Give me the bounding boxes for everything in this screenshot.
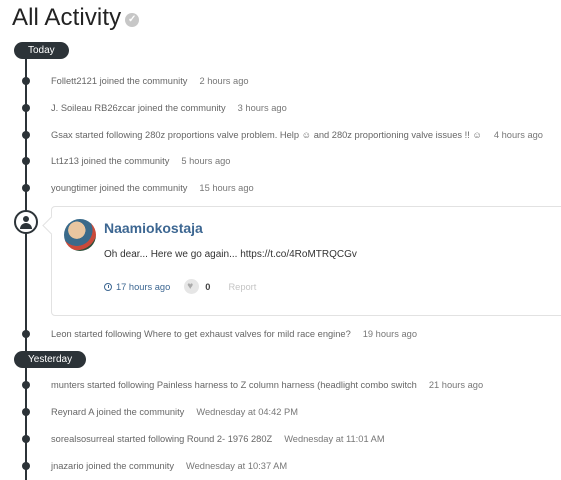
activity-item[interactable]: jnazario joined the community Wednesday a… bbox=[51, 461, 287, 471]
heart-icon: ♥ bbox=[187, 281, 194, 292]
page-title: All Activity ✓ bbox=[12, 4, 140, 32]
activity-text: Reynard A joined the community bbox=[51, 407, 185, 417]
activity-item[interactable]: Reynard A joined the community Wednesday … bbox=[51, 407, 298, 417]
activity-text: J. Soileau RB26zcar joined the community bbox=[51, 103, 226, 113]
report-link[interactable]: Report bbox=[228, 282, 256, 292]
activity-text: Lt1z13 joined the community bbox=[51, 156, 170, 166]
status-time-link[interactable]: 17 hours ago bbox=[116, 282, 170, 292]
activity-item[interactable]: munters started following Painless harne… bbox=[51, 380, 483, 390]
activity-item[interactable]: Follett2121 joined the community 2 hours … bbox=[51, 76, 249, 86]
status-meta: 17 hours ago ♥ 0 Report bbox=[104, 279, 256, 294]
activity-time[interactable]: 5 hours ago bbox=[181, 156, 230, 166]
activity-time[interactable]: 19 hours ago bbox=[363, 329, 417, 339]
activity-time[interactable]: 3 hours ago bbox=[238, 103, 287, 113]
activity-text: jnazario joined the community bbox=[51, 461, 174, 471]
activity-time[interactable]: 15 hours ago bbox=[199, 183, 253, 193]
activity-time[interactable]: 2 hours ago bbox=[199, 76, 248, 86]
activity-time[interactable]: 21 hours ago bbox=[429, 380, 483, 390]
activity-text: Leon started following Where to get exha… bbox=[51, 329, 351, 339]
user-icon bbox=[14, 210, 38, 234]
activity-time[interactable]: Wednesday at 11:01 AM bbox=[284, 434, 384, 444]
activity-item[interactable]: J. Soileau RB26zcar joined the community… bbox=[51, 103, 287, 113]
timeline-dot bbox=[22, 157, 30, 165]
like-button[interactable]: ♥ bbox=[184, 279, 200, 294]
timeline-dot bbox=[22, 131, 30, 139]
activity-item[interactable]: youngtimer joined the community 15 hours … bbox=[51, 183, 254, 193]
like-count: 0 bbox=[205, 281, 211, 292]
timeline-dot bbox=[22, 381, 30, 389]
activity-text: Gsax started following 280z proportions … bbox=[51, 130, 482, 140]
user-icon-head bbox=[23, 216, 29, 222]
check-circle-icon: ✓ bbox=[125, 13, 140, 27]
date-label-today: Today bbox=[14, 42, 69, 59]
avatar[interactable] bbox=[64, 219, 96, 251]
activity-text: youngtimer joined the community bbox=[51, 183, 188, 193]
timeline-dot bbox=[22, 462, 30, 470]
status-update-card: Naamiokostaja Oh dear... Here we go agai… bbox=[51, 206, 561, 316]
activity-time[interactable]: 4 hours ago bbox=[494, 130, 543, 140]
timeline-dot bbox=[22, 77, 30, 85]
author-name-link[interactable]: Naamiokostaja bbox=[104, 220, 203, 236]
timeline-dot bbox=[22, 330, 30, 338]
activity-time[interactable]: Wednesday at 10:37 AM bbox=[186, 461, 287, 471]
clock-icon bbox=[104, 282, 112, 291]
timeline-dot bbox=[22, 104, 30, 112]
timeline-dot bbox=[22, 184, 30, 192]
timeline-dot bbox=[22, 435, 30, 443]
timeline-dot bbox=[22, 408, 30, 416]
activity-item[interactable]: sorealsosurreal started following Round … bbox=[51, 434, 385, 444]
date-label-yesterday: Yesterday bbox=[14, 351, 87, 368]
status-text: Oh dear... Here we go again... https://t… bbox=[104, 249, 357, 260]
activity-item[interactable]: Lt1z13 joined the community 5 hours ago bbox=[51, 156, 230, 166]
activity-item[interactable]: Gsax started following 280z proportions … bbox=[51, 130, 543, 140]
activity-time[interactable]: Wednesday at 04:42 PM bbox=[196, 407, 298, 417]
activity-text: munters started following Painless harne… bbox=[51, 380, 417, 390]
activity-item[interactable]: Leon started following Where to get exha… bbox=[51, 329, 417, 339]
page-title-text: All Activity bbox=[12, 4, 122, 31]
activity-text: sorealsosurreal started following Round … bbox=[51, 434, 273, 444]
user-icon-body bbox=[20, 223, 32, 229]
activity-text: Follett2121 joined the community bbox=[51, 76, 188, 86]
